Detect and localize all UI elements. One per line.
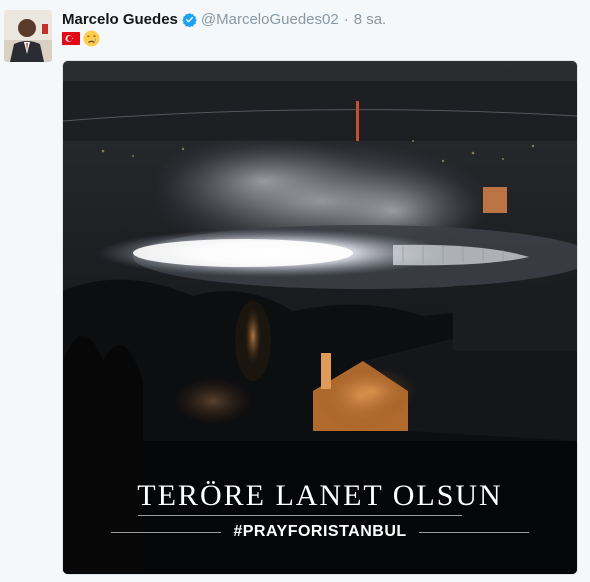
- author-handle[interactable]: @MarceloGuedes02: [201, 11, 339, 28]
- crying-face-icon: [83, 30, 100, 47]
- caption-divider: [138, 515, 462, 516]
- tweet-photo[interactable]: TERÖRE LANET OLSUN #PRAYFORISTANBUL: [63, 61, 577, 574]
- separator-dot: ·: [343, 10, 349, 28]
- tweet[interactable]: Marcelo Guedes @MarceloGuedes02 · 8 sa.: [0, 0, 590, 582]
- tweet-header: Marcelo Guedes @MarceloGuedes02 · 8 sa.: [62, 9, 386, 29]
- tweet-text: [62, 30, 100, 46]
- hashtag-divider-left: [111, 531, 222, 533]
- photo-hashtag: #PRAYFORISTANBUL: [233, 523, 407, 540]
- verified-badge-icon: [182, 12, 197, 27]
- hashtag-divider-right: [418, 531, 529, 533]
- hashtag-row: #PRAYFORISTANBUL: [63, 523, 577, 541]
- avatar[interactable]: [4, 10, 52, 62]
- author-name[interactable]: Marcelo Guedes: [62, 11, 178, 28]
- photo-caption: TERÖRE LANET OLSUN: [137, 479, 503, 512]
- turkey-flag-icon: [62, 31, 80, 45]
- tweet-timestamp[interactable]: 8 sa.: [354, 11, 387, 28]
